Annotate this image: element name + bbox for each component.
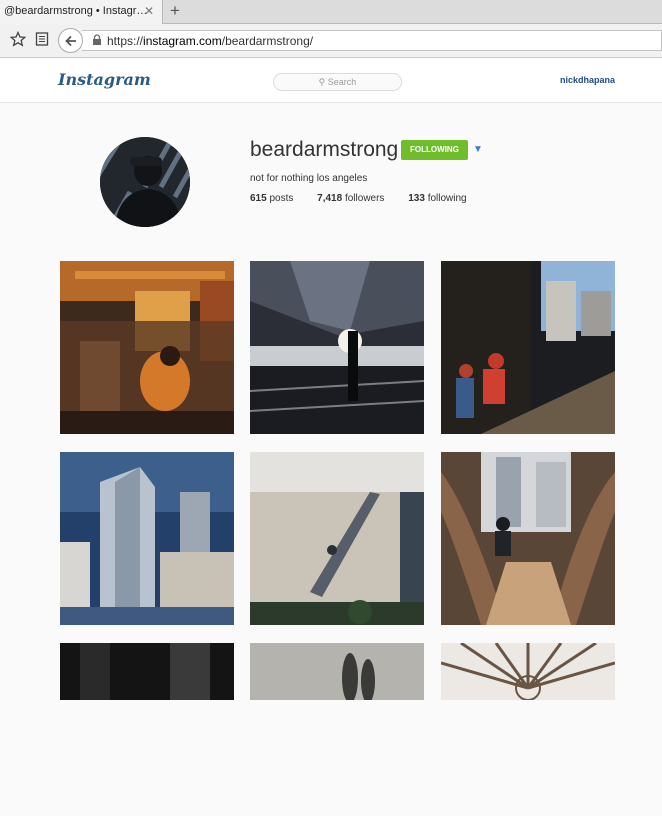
profile-username: beardarmstrong (250, 138, 399, 161)
browser-tab[interactable]: @beardarmstrong • Instagr… ✕ (0, 0, 163, 24)
chevron-down-icon[interactable]: ▼ (473, 144, 483, 155)
reading-list-icon[interactable] (35, 31, 49, 51)
url-text[interactable]: https://instagram.com/beardarmstrong/ (107, 34, 313, 48)
browser-nav-bar: https://instagram.com/beardarmstrong/ (0, 24, 662, 58)
profile-avatar[interactable] (100, 137, 190, 227)
search-icon: ⚲ (318, 77, 326, 87)
post-thumbnail[interactable] (250, 643, 424, 816)
new-tab-button[interactable]: + (170, 1, 180, 21)
instagram-logo[interactable]: Instagram (58, 70, 151, 89)
posts-stat: 615 posts (250, 193, 294, 204)
following-button[interactable]: FOLLOWING (401, 140, 468, 160)
lock-icon (92, 34, 102, 49)
search-input[interactable]: ⚲ Search (273, 73, 402, 91)
post-thumbnail[interactable] (60, 643, 234, 816)
profile-stats: 615 posts 7,418 followers 133 following (250, 193, 488, 204)
back-arrow-icon (64, 35, 76, 47)
post-thumbnail[interactable] (441, 452, 615, 625)
current-user-link[interactable]: nickdhapana (560, 75, 615, 85)
tab-title: @beardarmstrong • Instagr… (4, 5, 148, 17)
back-button[interactable] (58, 28, 83, 53)
followers-stat[interactable]: 7,418 followers (317, 193, 384, 204)
post-thumbnail[interactable] (441, 261, 615, 434)
search-placeholder: Search (327, 77, 357, 87)
post-thumbnail[interactable] (250, 452, 424, 625)
following-stat[interactable]: 133 following (408, 193, 466, 204)
star-icon[interactable] (9, 30, 27, 51)
post-thumbnail[interactable] (60, 261, 234, 434)
post-thumbnail[interactable] (441, 643, 615, 816)
instagram-header: Instagram ⚲ Search nickdhapana (0, 59, 662, 103)
close-tab-icon[interactable]: ✕ (144, 4, 154, 18)
post-thumbnail[interactable] (60, 452, 234, 625)
profile-bio: not for nothing los angeles (250, 173, 368, 184)
post-thumbnail[interactable] (250, 261, 424, 434)
browser-tab-bar: @beardarmstrong • Instagr… ✕ + (0, 0, 662, 24)
address-bar[interactable]: https://instagram.com/beardarmstrong/ (82, 30, 662, 51)
